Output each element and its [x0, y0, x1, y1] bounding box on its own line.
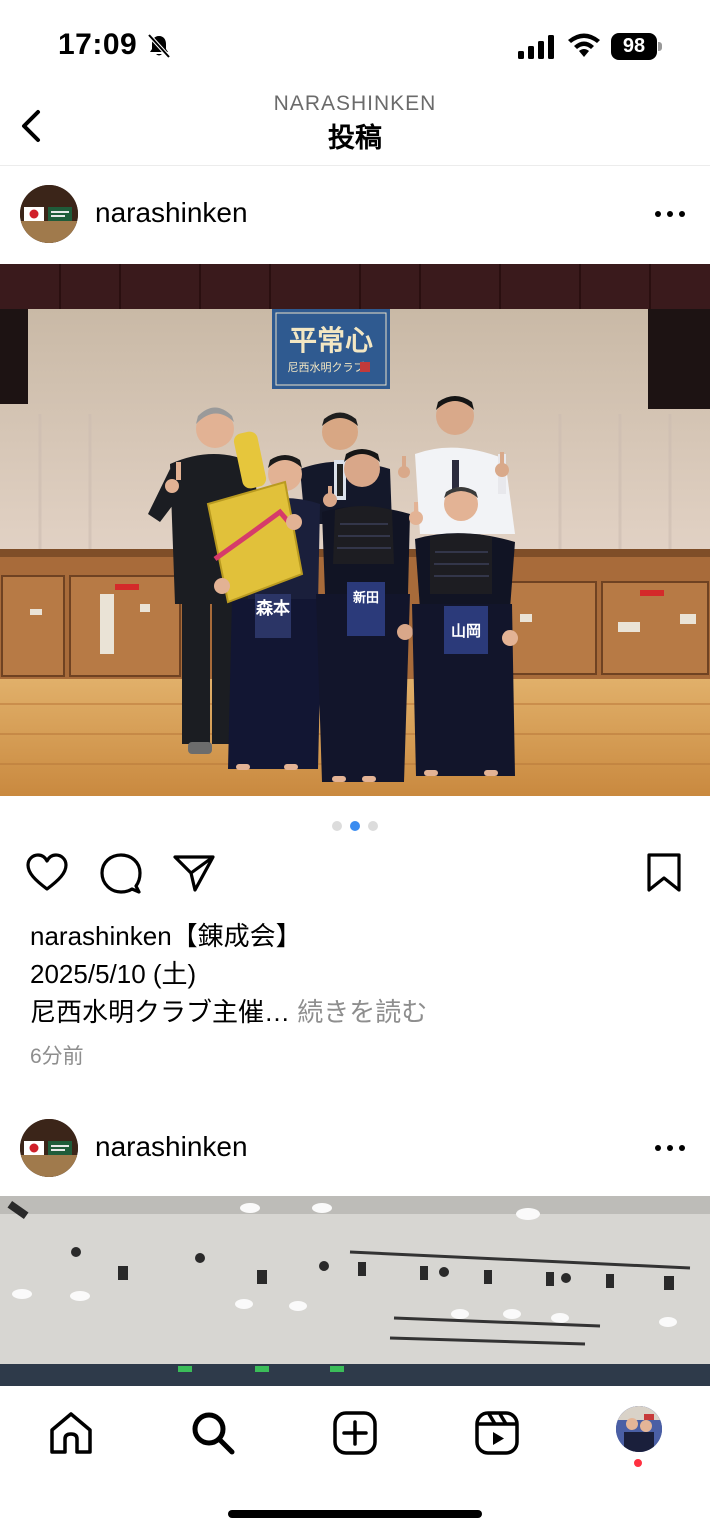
- home-indicator[interactable]: [228, 1510, 482, 1518]
- caption-line-3: 尼西水明クラブ主催… 続きを読む: [30, 993, 690, 1031]
- banner-title: 平常心: [289, 324, 373, 357]
- like-heart-icon[interactable]: [25, 852, 69, 894]
- bib-label-3: 山岡: [451, 622, 481, 640]
- comment-icon[interactable]: [99, 852, 143, 894]
- bib-label-1: 森本: [256, 598, 290, 619]
- home-icon[interactable]: [46, 1408, 96, 1458]
- avatar-flag-icon: [20, 1119, 78, 1177]
- bib-label-2: 新田: [353, 590, 379, 606]
- share-send-icon[interactable]: [172, 852, 216, 894]
- profile-photo: [616, 1406, 662, 1452]
- bottom-tab-bar: [0, 1386, 710, 1536]
- reels-icon[interactable]: [472, 1408, 522, 1458]
- page-title: 投稿: [328, 123, 382, 153]
- notification-dot: [634, 1459, 642, 1467]
- caption-text-1: 【錬成会】: [171, 921, 302, 951]
- carousel-dot: [332, 821, 342, 831]
- kendo-group-photo: 平常心 尼西水明クラブ 森本 新田 山岡: [0, 264, 710, 796]
- page-header: NARASHINKEN 投稿: [0, 92, 710, 166]
- carousel-dot: [368, 821, 378, 831]
- cellular-signal-icon: [518, 35, 554, 59]
- battery-level: 98: [611, 33, 657, 60]
- caption-line-1: narashinken【錬成会】: [30, 917, 690, 955]
- carousel-dot-active: [350, 821, 360, 831]
- post-header: narashinken: [0, 1102, 710, 1192]
- post-photo[interactable]: 平常心 尼西水明クラブ 森本 新田 山岡: [0, 264, 710, 796]
- caption-line-2: 2025/5/10 (土): [30, 959, 197, 989]
- post-username[interactable]: narashinken: [95, 197, 248, 229]
- status-time: 17:09: [58, 28, 138, 61]
- create-post-icon[interactable]: [330, 1408, 380, 1458]
- banner-subtitle: 尼西水明クラブ: [288, 360, 365, 374]
- status-bar: 17:09 98: [0, 0, 710, 92]
- wifi-icon: [568, 33, 600, 57]
- battery-tip: [658, 42, 662, 51]
- post-photo[interactable]: [0, 1196, 710, 1386]
- bell-slash-icon: [147, 33, 171, 59]
- battery-indicator: 98: [611, 33, 663, 60]
- caption-text-3: 尼西水明クラブ主催…: [30, 997, 291, 1027]
- more-options-icon[interactable]: [650, 194, 690, 234]
- bookmark-icon[interactable]: [642, 852, 686, 894]
- post-header: narashinken: [0, 168, 710, 258]
- profile-avatar[interactable]: [616, 1406, 662, 1452]
- post-caption: narashinken【錬成会】 2025/5/10 (土) 尼西水明クラブ主催…: [30, 917, 690, 1031]
- post-timestamp: 6分前: [30, 1045, 84, 1068]
- more-options-icon[interactable]: [650, 1128, 690, 1168]
- gym-ceiling-photo: [0, 1196, 710, 1386]
- caption-username[interactable]: narashinken: [30, 921, 172, 951]
- post-username[interactable]: narashinken: [95, 1131, 248, 1163]
- avatar-flag-icon: [20, 185, 78, 243]
- avatar[interactable]: [20, 185, 78, 243]
- avatar[interactable]: [20, 1119, 78, 1177]
- carousel-indicator: [0, 818, 710, 831]
- header-account-name: NARASHINKEN: [273, 92, 437, 115]
- read-more-link[interactable]: 続きを読む: [297, 997, 427, 1027]
- search-icon[interactable]: [188, 1408, 238, 1458]
